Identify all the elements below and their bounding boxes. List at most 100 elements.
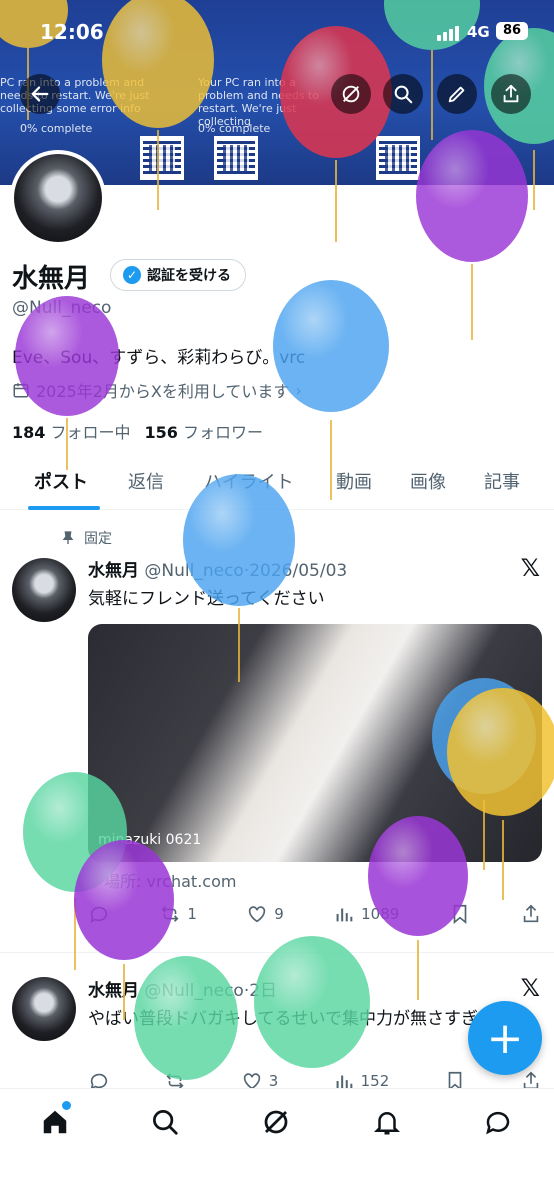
calendar-icon bbox=[13, 383, 29, 398]
retweet-icon bbox=[161, 906, 179, 922]
balloon-green bbox=[254, 936, 370, 1068]
post-header: 水無月 @Null_neco·2日 bbox=[88, 981, 278, 1001]
message-icon bbox=[486, 1111, 510, 1135]
nav-notifications[interactable] bbox=[370, 1105, 404, 1139]
bookmark-button[interactable] bbox=[449, 903, 471, 925]
joined-text: 2025年2月からXを利用しています bbox=[36, 382, 290, 401]
pinned-text: 固定 bbox=[84, 531, 112, 547]
profile-name: 水無月 bbox=[12, 264, 91, 294]
post-divider bbox=[0, 952, 554, 953]
home-icon bbox=[43, 1110, 67, 1134]
post-text: やばい普段ドバガキしてるせいで集中力が無さすぎる bbox=[88, 1009, 495, 1029]
post-date: 2日 bbox=[249, 981, 278, 1001]
retweet-button[interactable]: 1 bbox=[159, 903, 197, 925]
edit-button[interactable] bbox=[437, 74, 477, 114]
signal-icon bbox=[437, 26, 459, 41]
bell-icon bbox=[373, 1112, 401, 1135]
post-date: 2026/05/03 bbox=[249, 561, 348, 581]
post-avatar[interactable] bbox=[12, 977, 76, 1041]
post-author-handle: @Null_neco bbox=[144, 981, 244, 1001]
grok-icon bbox=[264, 1110, 288, 1134]
share-post-button[interactable] bbox=[520, 903, 542, 925]
pin-icon bbox=[62, 531, 74, 544]
pencil-icon bbox=[448, 86, 465, 103]
avatar-image bbox=[14, 154, 102, 242]
reply-icon bbox=[90, 906, 108, 923]
search-icon bbox=[153, 1110, 178, 1135]
follow-stats: 184 フォロー中 156 フォロワー bbox=[12, 419, 263, 443]
grok-icon bbox=[342, 85, 360, 103]
nav-messages[interactable] bbox=[481, 1105, 515, 1139]
x-logo-icon: 𝕏 bbox=[520, 554, 540, 582]
tab-replies[interactable]: 返信 bbox=[128, 468, 164, 494]
banner-text: Your PC ran into a problem and needs to … bbox=[198, 76, 319, 128]
search-icon bbox=[394, 85, 413, 104]
chevron-right-icon: › bbox=[295, 380, 302, 400]
nav-grok[interactable] bbox=[259, 1105, 293, 1139]
pinned-label: 固定 bbox=[60, 528, 112, 548]
post-avatar[interactable] bbox=[12, 558, 76, 622]
verified-badge-icon: ✓ bbox=[123, 266, 141, 284]
post-location[interactable]: 場所: vrchat.com bbox=[104, 868, 236, 892]
like-count: 9 bbox=[274, 905, 284, 923]
heart-icon bbox=[249, 906, 266, 923]
media-tag: minazuki 0621 bbox=[98, 832, 202, 848]
post-text: 気軽にフレンド送ってください bbox=[88, 589, 325, 609]
search-button[interactable] bbox=[383, 74, 423, 114]
like-button[interactable]: 9 bbox=[246, 903, 284, 925]
view-count: 1089 bbox=[361, 905, 400, 923]
get-verified-label: 認証を受ける bbox=[147, 268, 231, 284]
nav-search[interactable] bbox=[148, 1105, 182, 1139]
network-type: 4G bbox=[467, 23, 490, 41]
followers-count: 156 bbox=[144, 423, 178, 442]
bottom-nav bbox=[0, 1088, 554, 1200]
post-media[interactable]: minazuki 0621 bbox=[88, 624, 542, 862]
followers-link[interactable]: 156 フォロワー bbox=[145, 419, 264, 443]
post-author-handle: @Null_neco bbox=[144, 561, 244, 581]
profile-bio: Eve、Sou、すずら、彩莉わらび。vrc bbox=[12, 348, 306, 368]
x-logo-icon: 𝕏 bbox=[520, 974, 540, 1002]
status-time: 12:06 bbox=[40, 20, 104, 44]
banner-text: 0% complete bbox=[198, 122, 271, 135]
status-bar: 12:06 4G 86 bbox=[0, 0, 554, 66]
following-count: 184 bbox=[12, 423, 46, 442]
compose-post-button[interactable]: + bbox=[468, 1001, 542, 1075]
bookmark-icon bbox=[453, 904, 466, 925]
home-notification-dot bbox=[62, 1101, 71, 1110]
profile-handle: @Null_neco bbox=[12, 298, 112, 318]
post-author-name[interactable]: 水無月 bbox=[88, 561, 139, 581]
profile-avatar[interactable] bbox=[10, 150, 106, 246]
views-button[interactable]: 1089 bbox=[333, 903, 399, 925]
post-actions: 1 9 1089 bbox=[88, 903, 542, 925]
banner-text: 0% complete bbox=[20, 122, 93, 135]
tab-highlights[interactable]: ハイライト bbox=[204, 468, 294, 494]
get-verified-button[interactable]: ✓ 認証を受ける bbox=[110, 259, 246, 291]
profile-tabs: ポスト 返信 ハイライト 動画 画像 記事 bbox=[0, 458, 554, 510]
banner-qr bbox=[140, 136, 184, 180]
followers-label: フォロワー bbox=[183, 423, 264, 442]
banner-qr bbox=[376, 136, 420, 180]
following-label: フォロー中 bbox=[50, 423, 131, 442]
share-icon bbox=[523, 904, 539, 923]
bar-chart-icon bbox=[336, 908, 353, 922]
battery-icon: 86 bbox=[496, 22, 528, 40]
share-button[interactable] bbox=[491, 74, 531, 114]
tab-posts[interactable]: ポスト bbox=[34, 468, 88, 494]
nav-home[interactable] bbox=[38, 1105, 72, 1139]
back-button[interactable] bbox=[20, 74, 60, 114]
banner-qr bbox=[214, 136, 258, 180]
tab-articles[interactable]: 記事 bbox=[484, 468, 520, 494]
share-icon bbox=[503, 84, 519, 103]
grok-button[interactable] bbox=[331, 74, 371, 114]
plus-icon: + bbox=[486, 1012, 524, 1064]
active-tab-indicator bbox=[28, 506, 100, 510]
post-author-name[interactable]: 水無月 bbox=[88, 981, 139, 1001]
tab-videos[interactable]: 動画 bbox=[336, 468, 372, 494]
joined-date[interactable]: 2025年2月からXを利用しています › bbox=[12, 378, 302, 402]
retweet-count: 1 bbox=[187, 905, 197, 923]
reply-button[interactable] bbox=[88, 903, 110, 925]
tab-photos[interactable]: 画像 bbox=[410, 468, 446, 494]
back-arrow-icon bbox=[31, 86, 49, 102]
following-link[interactable]: 184 フォロー中 bbox=[12, 419, 131, 443]
post-header: 水無月 @Null_neco·2026/05/03 bbox=[88, 561, 348, 581]
